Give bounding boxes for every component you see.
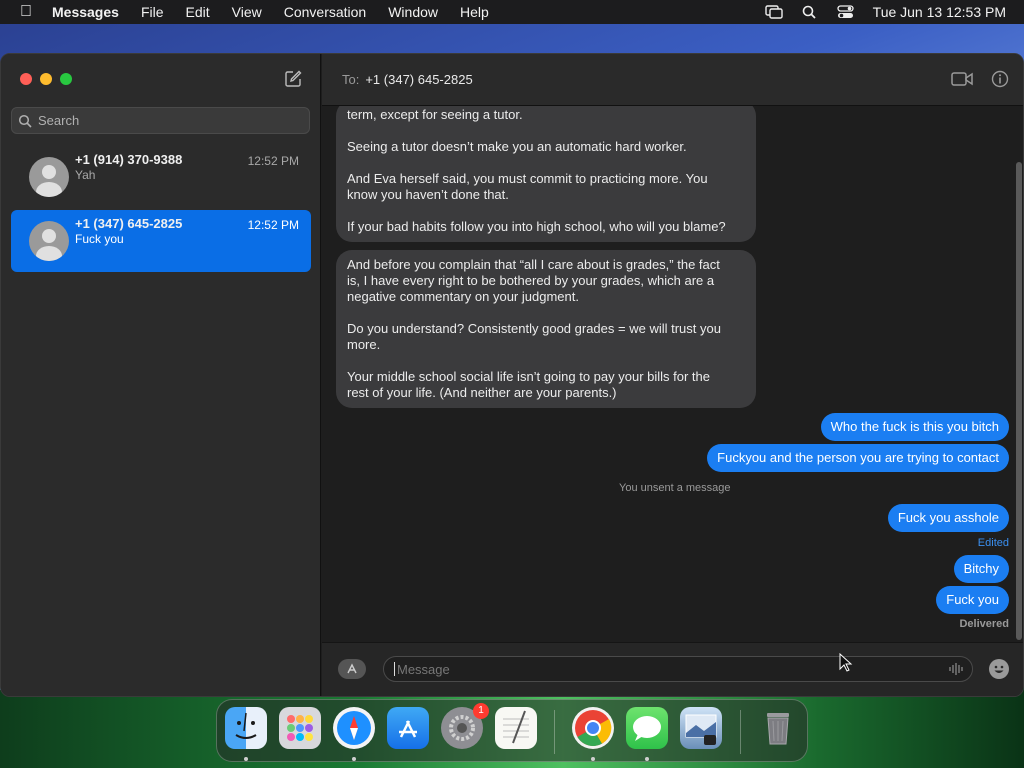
compose-icon[interactable]	[284, 70, 302, 88]
messages-window: Search +1 (914) 370-9388 Yah 12:52 PM +1…	[0, 53, 1024, 697]
incoming-message[interactable]: And before you complain that “all I care…	[336, 250, 756, 408]
screen-mirroring-icon[interactable]	[764, 5, 783, 19]
recipient-label: To:	[342, 72, 360, 87]
text-cursor	[394, 662, 395, 676]
search-field[interactable]: Search	[11, 107, 310, 134]
dock-separator	[554, 710, 555, 754]
outgoing-message[interactable]: Fuck you	[936, 586, 1009, 614]
close-window-button[interactable]	[20, 73, 32, 85]
outgoing-message[interactable]: Bitchy	[953, 555, 1009, 583]
message-placeholder: Message	[397, 662, 450, 677]
textedit-icon[interactable]	[495, 707, 537, 749]
menu-app-name[interactable]: Messages	[52, 4, 130, 20]
conversation-name: +1 (914) 370-9388	[75, 152, 183, 167]
conversation-pane: To: +1 (347) 645-2825 term, except for s…	[322, 54, 1023, 696]
audio-message-icon[interactable]	[948, 662, 964, 676]
menu-help[interactable]: Help	[449, 4, 500, 20]
preview-icon[interactable]	[680, 707, 722, 749]
conversation-name: +1 (347) 645-2825	[75, 216, 183, 231]
emoji-face-icon	[994, 665, 1004, 673]
menu-bar:  Messages File Edit View Conversation W…	[0, 0, 1024, 24]
message-transcript[interactable]: term, except for seeing a tutor. Seeing …	[322, 106, 1023, 642]
dock-separator	[740, 710, 741, 754]
menu-view[interactable]: View	[221, 4, 273, 20]
dock: 1	[216, 699, 808, 762]
apps-icon	[347, 663, 357, 674]
conversation-item[interactable]: +1 (914) 370-9388 Yah 12:52 PM	[11, 146, 311, 208]
conversation-header: To: +1 (347) 645-2825	[322, 54, 1023, 106]
chrome-icon[interactable]	[572, 707, 614, 749]
safari-running-indicator	[352, 757, 356, 761]
conversation-item-selected[interactable]: +1 (347) 645-2825 Fuck you 12:52 PM	[11, 210, 311, 272]
menu-conversation[interactable]: Conversation	[273, 4, 378, 20]
app-store-icon[interactable]	[387, 707, 429, 749]
search-icon	[18, 114, 32, 128]
launchpad-icon[interactable]	[279, 707, 321, 749]
chrome-running-indicator	[591, 757, 595, 761]
safari-icon[interactable]	[333, 707, 375, 749]
recipient-field[interactable]: +1 (347) 645-2825	[365, 72, 472, 87]
finder-running-indicator	[244, 757, 248, 761]
emoji-picker-icon[interactable]	[989, 659, 1009, 679]
menu-edit[interactable]: Edit	[175, 4, 221, 20]
trash-icon[interactable]	[757, 707, 799, 749]
incoming-message[interactable]: term, except for seeing a tutor. Seeing …	[336, 106, 756, 242]
messages-icon[interactable]	[626, 707, 668, 749]
delivered-status: Delivered	[959, 618, 1009, 630]
app-store-apps-button[interactable]	[338, 659, 366, 679]
edited-label[interactable]: Edited	[978, 537, 1009, 549]
mouse-pointer-icon	[839, 653, 853, 672]
conversation-preview: Yah	[75, 168, 96, 182]
spotlight-search-icon[interactable]	[801, 5, 819, 19]
control-center-icon[interactable]	[837, 5, 855, 19]
facetime-video-icon[interactable]	[951, 71, 973, 87]
menu-file[interactable]: File	[130, 4, 175, 20]
outgoing-message[interactable]: Who the fuck is this you bitch	[820, 413, 1009, 441]
conversation-time: 12:52 PM	[247, 154, 299, 168]
finder-icon[interactable]	[225, 707, 267, 749]
menu-window[interactable]: Window	[377, 4, 449, 20]
outgoing-message[interactable]: Fuckyou and the person you are trying to…	[707, 444, 1009, 472]
avatar	[29, 221, 69, 261]
conversation-time: 12:52 PM	[247, 218, 299, 232]
messages-running-indicator	[645, 757, 649, 761]
outgoing-message[interactable]: Fuck you asshole	[887, 504, 1009, 532]
minimize-window-button[interactable]	[40, 73, 52, 85]
avatar	[29, 157, 69, 197]
unsent-message-notice: You unsent a message	[619, 482, 731, 494]
menu-bar-clock[interactable]: Tue Jun 13 12:53 PM	[873, 4, 1006, 20]
system-settings-icon[interactable]: 1	[441, 703, 489, 749]
notification-badge: 1	[473, 703, 489, 719]
apple-menu-icon[interactable]: 	[0, 3, 52, 21]
transcript-scrollbar[interactable]	[1016, 162, 1022, 640]
conversation-preview: Fuck you	[75, 232, 124, 246]
window-controls	[20, 73, 72, 85]
conversation-sidebar: Search +1 (914) 370-9388 Yah 12:52 PM +1…	[1, 54, 321, 696]
message-input[interactable]: Message	[383, 656, 973, 682]
info-icon[interactable]	[991, 70, 1009, 88]
zoom-window-button[interactable]	[60, 73, 72, 85]
message-composer: Message	[322, 642, 1023, 696]
search-placeholder: Search	[38, 113, 80, 128]
